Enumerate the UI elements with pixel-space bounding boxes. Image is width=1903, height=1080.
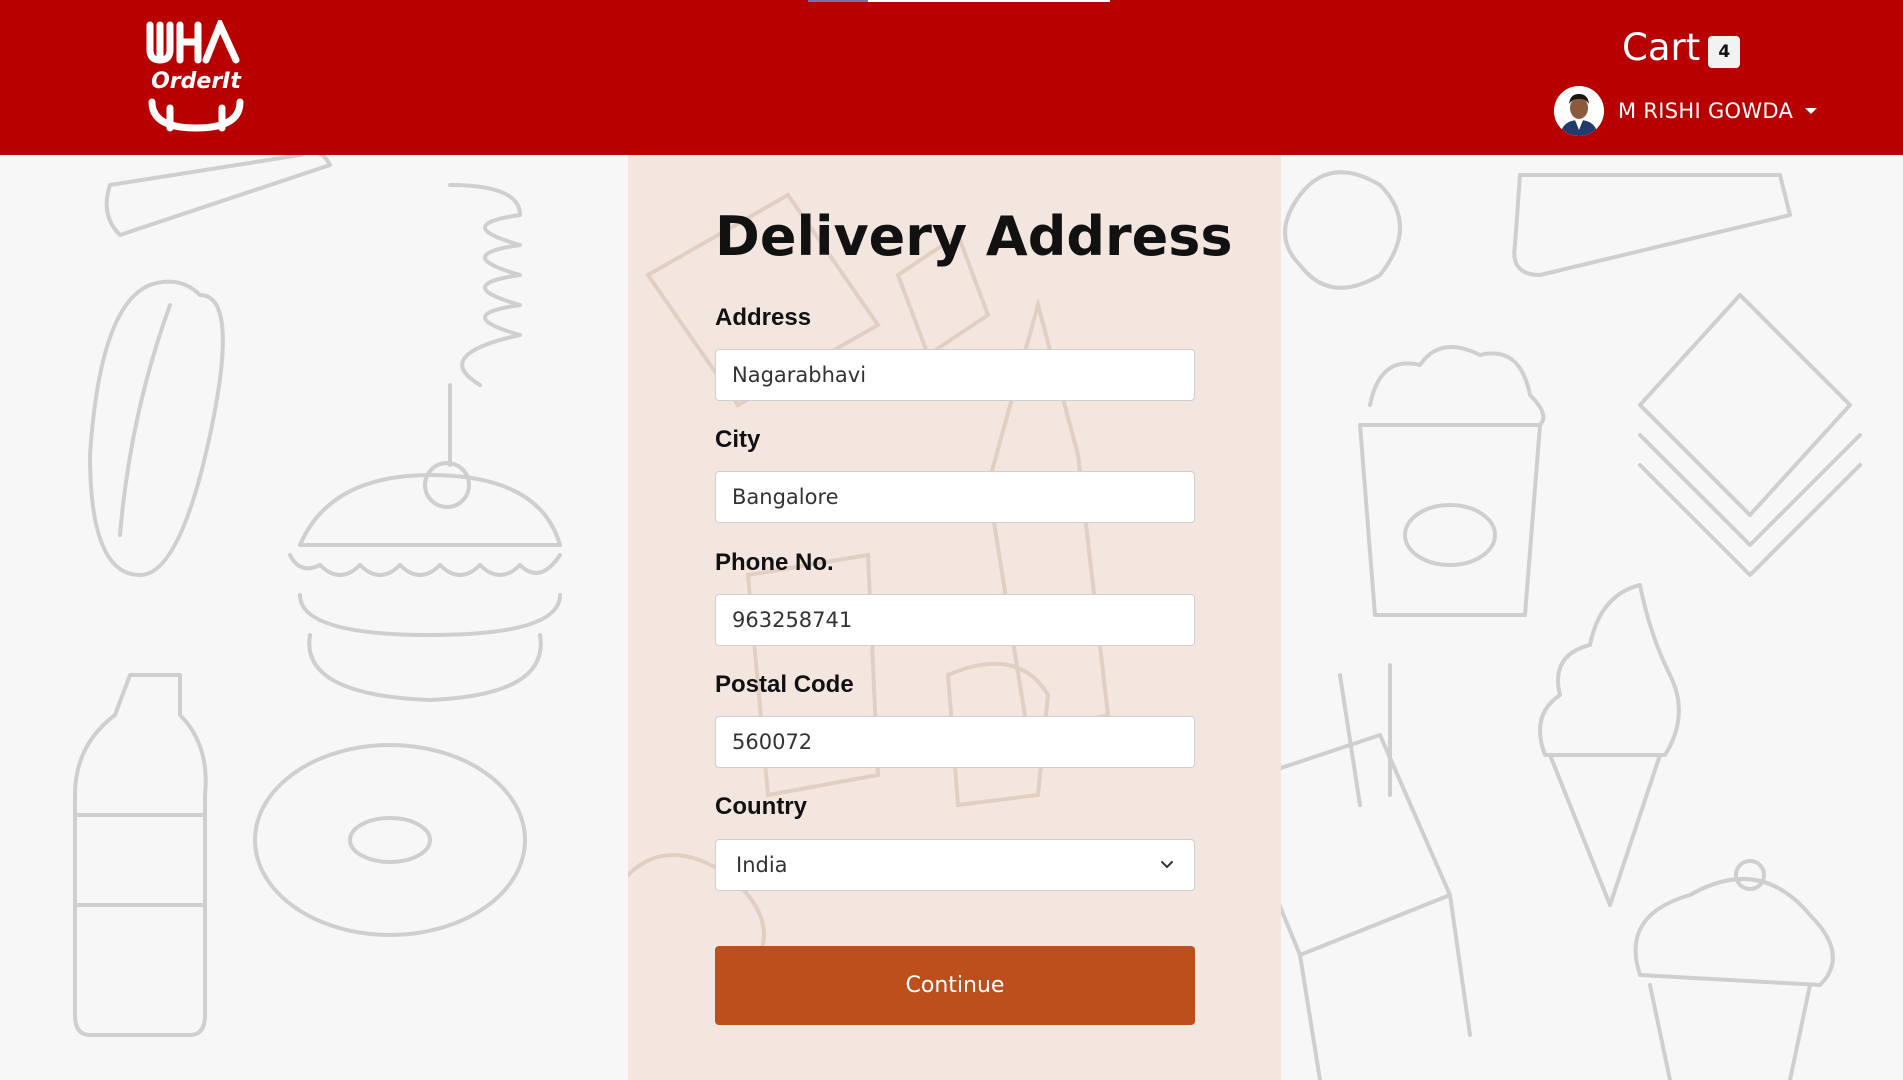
phone-label: Phone No. (715, 549, 834, 576)
user-menu-dropdown[interactable]: M RISHI GOWDA (1554, 86, 1818, 136)
delivery-address-panel: Delivery Address Address City Phone No. … (628, 155, 1281, 1080)
phone-input[interactable] (715, 594, 1195, 646)
address-label: Address (715, 304, 812, 331)
city-label: City (715, 426, 761, 453)
user-name: M RISHI GOWDA (1618, 99, 1794, 123)
continue-button[interactable]: Continue (715, 946, 1195, 1025)
country-select[interactable]: India (715, 839, 1195, 891)
avatar (1554, 86, 1604, 136)
chevron-down-icon (1161, 861, 1173, 869)
country-selected-value: India (736, 853, 788, 877)
top-progress-strip (808, 0, 1110, 2)
top-navbar: OrderIt Cart 4 M RISHI GOWDA (0, 0, 1903, 155)
postal-code-input[interactable] (715, 716, 1195, 768)
address-input[interactable] (715, 349, 1195, 401)
postal-code-label: Postal Code (715, 671, 854, 698)
cart-link[interactable]: Cart 4 (1622, 24, 1741, 70)
orderit-logo-icon: OrderIt (146, 16, 244, 132)
orderit-logo[interactable]: OrderIt (140, 16, 252, 135)
logo-text: OrderIt (151, 69, 242, 94)
user-avatar-icon (1554, 86, 1604, 136)
caret-down-icon (1805, 108, 1818, 114)
city-input[interactable] (715, 471, 1195, 523)
country-label: Country (715, 793, 807, 820)
cart-count-badge: 4 (1708, 36, 1741, 68)
page-title: Delivery Address (715, 205, 1233, 268)
cart-label: Cart (1622, 26, 1701, 69)
